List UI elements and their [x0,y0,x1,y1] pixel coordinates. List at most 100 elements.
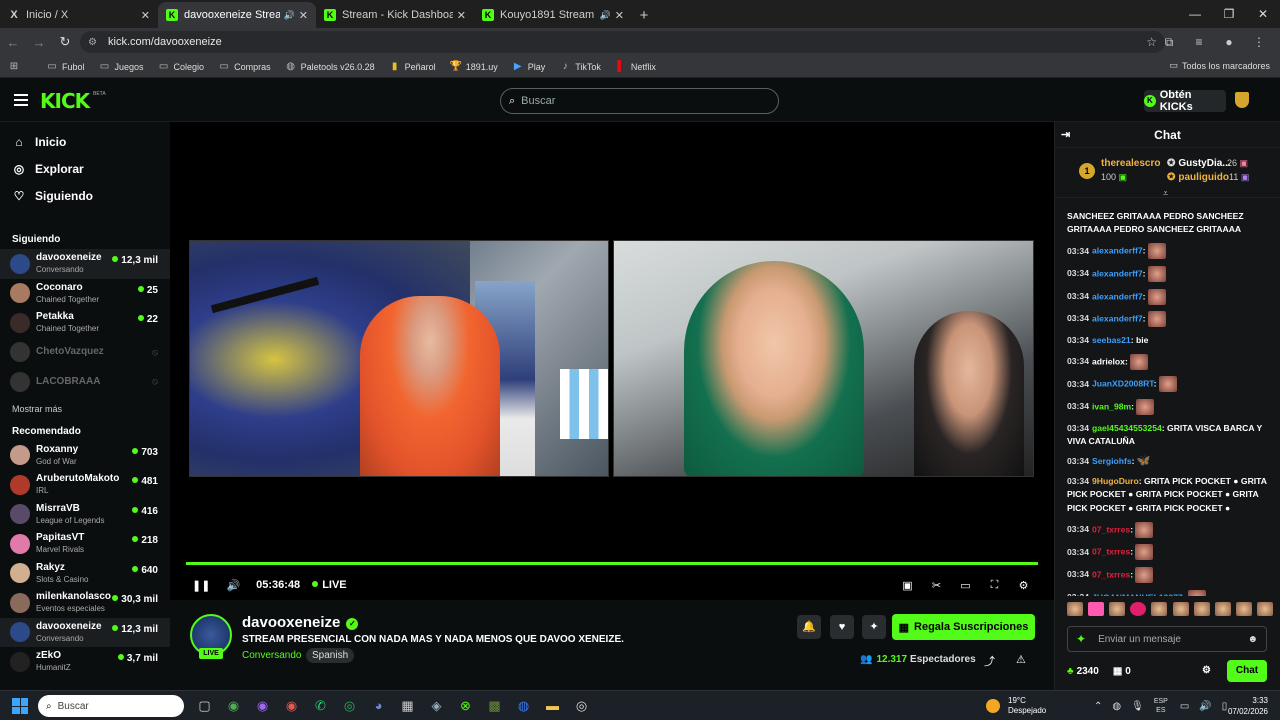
discord-icon[interactable]: ◕ [364,694,393,718]
xbox-icon[interactable]: ⊗ [451,694,480,718]
sidebar-channel[interactable]: milenkanolasco Eventos especiales 30,3 mil [0,588,170,618]
message-username[interactable]: adrielox [1092,356,1125,366]
maximize-icon[interactable]: ❐ [1212,0,1246,28]
bookmark-tiktok[interactable]: ♪ TikTok [559,61,601,72]
sidebar-channel[interactable]: Petakka Chained Together 22 [0,308,170,338]
all-bookmarks[interactable]: ▭ Todos los marcadores [1169,60,1270,71]
message-username[interactable]: Sergiohfs [1092,456,1132,466]
sidebar-channel[interactable]: Rakyz Slots & Casino 640 [0,559,170,589]
close-tab-icon[interactable]: ✕ [615,9,624,22]
gift-icon[interactable]: ▦ [1113,666,1122,677]
bookmark-compras[interactable]: ▭ Compras [218,61,270,72]
streamer-name[interactable]: davooxeneize ✓ [242,614,359,631]
emote[interactable] [1067,602,1083,616]
emote[interactable] [1088,602,1105,616]
media-icon[interactable]: ≡ [1184,35,1214,49]
emote[interactable] [1193,602,1210,616]
windows-start-icon[interactable] [12,698,28,714]
sidebar-channel[interactable]: zEkO HumanitZ 3,7 mil [0,647,170,677]
fullscreen-icon[interactable]: ⛶ [980,579,1009,592]
emote[interactable] [1151,602,1168,616]
message-username[interactable]: 9HugoDuro [1092,476,1139,486]
tab-kouyo1891[interactable]: K Kouyo1891 Stream - Watch 🔊 ✕ [474,2,632,28]
leader-name[interactable]: ✪ GustyDia... [1167,158,1231,169]
close-tab-icon[interactable]: ✕ [141,9,150,22]
chrome-alt-icon[interactable]: ◉ [277,694,306,718]
new-tab-button[interactable]: + [632,2,656,28]
language-indicator[interactable]: ESP ES [1154,697,1168,715]
emote[interactable] [1256,602,1273,616]
network-tray-icon[interactable]: ◍ [1112,701,1121,712]
speaker-icon[interactable]: 🔊 [600,10,611,21]
bookmark-netflix[interactable]: ▌ Netflix [615,61,656,72]
message-username[interactable]: gael45434553254 [1092,423,1162,433]
url-input[interactable]: ⚙ kick.com/davooxeneize ☆ [80,31,1165,53]
sidebar-channel[interactable]: davooxeneize Conversando 12,3 mil [0,249,170,279]
volume-icon[interactable]: 🔊 [1199,701,1211,712]
emote[interactable] [1172,602,1189,616]
bookmark-penarol[interactable]: ▮ Peñarol [389,61,436,72]
message-username[interactable]: alexanderff7 [1092,268,1143,278]
message-username[interactable]: alexanderff7 [1092,313,1143,323]
clock[interactable]: 3:33 07/02/2026 [1228,695,1268,717]
sidebar-channel[interactable]: Coconaro Chained Together 25 [0,279,170,309]
mic-icon[interactable]: 🎙 [1131,701,1144,712]
apps-grid-icon[interactable]: ⊞ [8,61,24,72]
emoji-icon[interactable]: ☻ [1247,634,1258,645]
display-icon[interactable]: ▭ [1180,701,1189,712]
sidebar-channel[interactable]: MisrraVB League of Legends 416 [0,500,170,530]
speaker-icon[interactable]: 🔊 [284,10,295,21]
whatsapp-icon[interactable]: ✆ [306,694,335,718]
language-tag[interactable]: Spanish [306,648,355,663]
report-icon[interactable]: ⚠ [1016,653,1026,666]
site-info-icon[interactable]: ⚙ [88,37,102,48]
get-kicks-button[interactable]: K Obtén KICKs [1144,89,1226,113]
channel-offline[interactable]: LACOBRAAA ⦸ [0,367,170,397]
progress-bar[interactable] [186,562,1038,565]
chrome-icon[interactable]: ◉ [219,694,248,718]
extensions-icon[interactable]: ⧉ [1154,35,1184,50]
bookmark-juegos[interactable]: ▭ Juegos [99,61,144,72]
show-more-link[interactable]: Mostrar más [0,399,170,419]
close-tab-icon[interactable]: ✕ [457,9,466,22]
channel-offline[interactable]: ChetoVazquez ⦸ [0,338,170,368]
close-tab-icon[interactable]: ✕ [299,9,308,22]
message-username[interactable]: seebas21 [1092,335,1131,345]
sidebar-channel[interactable]: PapitasVT Marvel Rivals 218 [0,529,170,559]
message-username[interactable]: 07_txrres [1092,569,1130,579]
battery-icon[interactable]: ▯ [1222,701,1228,712]
notifications-bell-button[interactable]: 🔔 [797,615,821,639]
tab-kick-dashboard[interactable]: K Stream - Kick Dashboard ✕ [316,2,474,28]
sparkle-icon[interactable]: ✦ [1076,632,1086,646]
steam-icon[interactable]: ◈ [422,694,451,718]
volume-icon[interactable]: 🔊 [226,579,240,592]
share-icon[interactable]: ⤴ [984,653,995,669]
minecraft-icon[interactable]: ▩ [480,694,509,718]
chat-message-input[interactable]: ✦ Enviar un mensaje ☻ [1067,626,1267,652]
theater-mode-icon[interactable]: ▭ [951,579,980,592]
nav-inicio[interactable]: ⌂ Inicio [0,128,170,155]
bookmark-play[interactable]: ▶ Play [512,61,545,72]
send-chat-button[interactable]: Chat [1227,660,1267,682]
bookmark-colegio[interactable]: ▭ Colegio [158,61,204,72]
expand-leaderboard-icon[interactable]: ⩡ [1163,188,1168,199]
kick-logo[interactable]: KICK [40,89,90,113]
nav-siguiendo[interactable]: ♡ Siguiendo [0,182,170,209]
emote[interactable] [1109,602,1126,616]
reload-icon[interactable]: ↻ [52,34,78,50]
tab-x[interactable]: X Inicio / X ✕ [0,2,158,28]
message-username[interactable]: 07_txrres [1092,547,1130,557]
weather-widget[interactable]: 19°C Despejado [986,694,1056,718]
settings-gear-icon[interactable]: ⚙ [1009,579,1038,592]
leader-name[interactable]: ✪ pauliguido [1167,172,1229,183]
close-window-icon[interactable]: ✕ [1246,0,1280,28]
collapse-chat-icon[interactable]: ⇥ [1061,128,1070,141]
chat-settings-icon[interactable]: ⚙ [1202,665,1211,676]
app-icon[interactable]: ▦ [393,694,422,718]
message-username[interactable]: JHOANMANUEL19277 [1092,592,1183,596]
back-icon[interactable]: ← [0,35,26,50]
bookmark-fubol[interactable]: ▭ Fubol [46,61,84,72]
leader-name[interactable]: therealescro [1101,158,1160,169]
nav-explorar[interactable]: ◎ Explorar [0,155,170,182]
video-player[interactable]: ❚❚ 🔊 05:36:48 LIVE ▣ ✂ ▭ ⛶ ⚙ [170,122,1054,600]
